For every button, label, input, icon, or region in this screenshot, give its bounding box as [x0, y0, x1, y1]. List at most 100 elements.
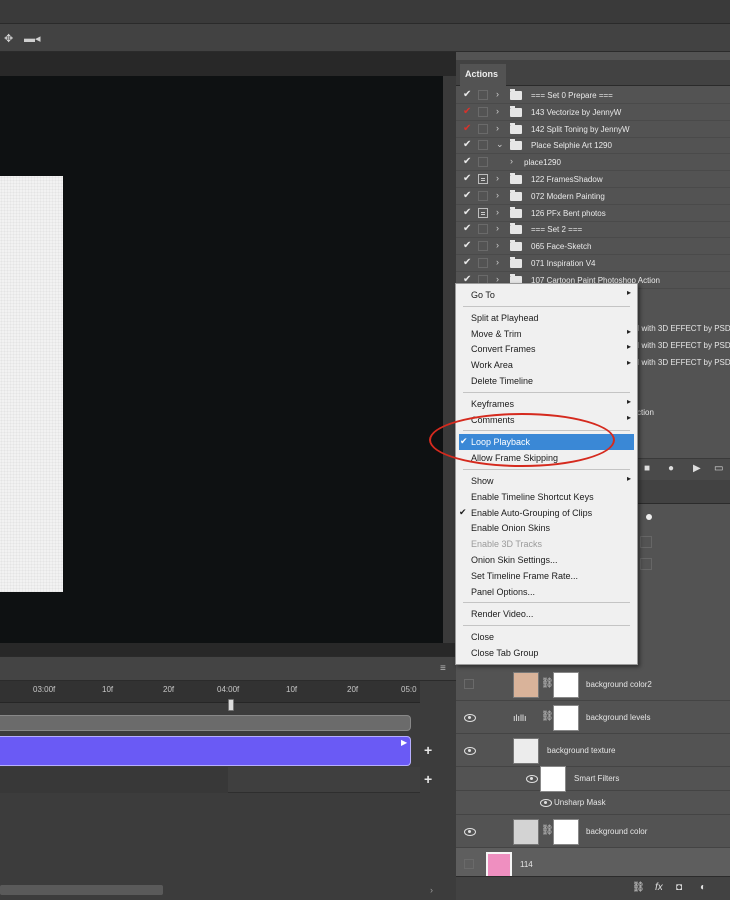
visibility-eye-icon[interactable]: [526, 775, 538, 783]
expand-caret-icon[interactable]: ›: [496, 106, 499, 116]
toggle-item-icon[interactable]: ✔: [463, 106, 471, 117]
dialog-toggle-icon[interactable]: [478, 207, 488, 218]
visibility-eye-icon[interactable]: [464, 827, 476, 836]
visibility-eye-icon[interactable]: [464, 746, 476, 755]
toggle-item-icon[interactable]: ✔: [463, 257, 471, 268]
mask-link-icon[interactable]: ⛓: [541, 711, 554, 722]
expand-caret-icon[interactable]: ›: [496, 89, 499, 99]
expand-caret-icon[interactable]: ›: [496, 173, 499, 183]
menu-item-go-to[interactable]: Go To ▸: [456, 287, 637, 303]
clip-end-icon[interactable]: ▶: [401, 738, 407, 747]
action-row[interactable]: ✔ › 072 Modern Painting: [456, 188, 730, 205]
action-row[interactable]: ✔ › 143 Vectorize by JennyW: [456, 104, 730, 121]
expand-caret-icon[interactable]: ›: [496, 240, 499, 250]
tab-actions[interactable]: Actions: [460, 64, 506, 86]
add-media-button[interactable]: +: [424, 742, 432, 758]
timeline-track-bar[interactable]: [0, 715, 411, 731]
dialog-toggle-box[interactable]: [478, 123, 488, 134]
visibility-eye-icon[interactable]: [540, 799, 552, 807]
layer-row[interactable]: Smart Filters: [456, 766, 730, 792]
expand-caret-icon[interactable]: ›: [496, 123, 499, 133]
expand-caret-icon[interactable]: ›: [496, 257, 499, 267]
dialog-toggle-icon[interactable]: [478, 174, 488, 184]
action-row[interactable]: ✔ › 126 PFx Bent photos: [456, 205, 730, 222]
timeline-ruler[interactable]: 03:00f 10f 20f 04:00f 10f 20f 05:0: [0, 681, 420, 703]
link-layers-icon[interactable]: ⛓: [632, 882, 645, 893]
menu-item-convert-frames[interactable]: Convert Frames ▸: [456, 341, 637, 357]
layer-mask-icon[interactable]: ◘: [676, 882, 682, 893]
expand-caret-icon[interactable]: ›: [496, 190, 499, 200]
timeline-panel-menu-icon[interactable]: ≡: [440, 663, 446, 674]
menu-item-enable-onion-skins[interactable]: Enable Onion Skins: [456, 520, 637, 536]
mask-link-icon[interactable]: ⛓: [541, 825, 554, 836]
record-icon[interactable]: ●: [668, 463, 674, 474]
menu-item-panel-options[interactable]: Panel Options...: [456, 584, 637, 600]
play-icon[interactable]: ▶: [693, 463, 701, 474]
visibility-toggle-box[interactable]: [464, 678, 474, 689]
expand-caret-icon[interactable]: ›: [510, 156, 513, 166]
action-row[interactable]: ✔ › 122 FramesShadow: [456, 171, 730, 188]
dialog-toggle-box[interactable]: [478, 241, 488, 252]
dialog-toggle-box[interactable]: [478, 157, 488, 168]
video-camera-icon[interactable]: ▬◂: [24, 32, 41, 45]
layer-mask-thumbnail[interactable]: [553, 704, 579, 731]
toggle-item-icon[interactable]: ✔: [463, 156, 471, 167]
action-row[interactable]: ✔ › 071 Inspiration V4: [456, 255, 730, 272]
dialog-toggle-box[interactable]: [478, 90, 488, 100]
expand-caret-icon[interactable]: ›: [496, 223, 499, 233]
toggle-item-icon[interactable]: ✔: [463, 240, 471, 251]
menu-item-enable-auto-grouping-of-clips[interactable]: ✔ Enable Auto-Grouping of Clips: [456, 505, 637, 521]
layer-row[interactable]: ⛓ background color2: [456, 668, 730, 701]
visibility-eye-icon[interactable]: [464, 713, 476, 722]
new-set-icon[interactable]: ▭: [714, 463, 723, 474]
video-clip-bar[interactable]: [0, 736, 411, 766]
dialog-toggle-box[interactable]: [478, 224, 488, 235]
playhead-handle[interactable]: [228, 699, 234, 711]
action-row[interactable]: ✔ › 065 Face-Sketch: [456, 238, 730, 256]
toggle-item-icon[interactable]: ✔: [463, 89, 471, 100]
menu-item-enable-timeline-shortcut-keys[interactable]: Enable Timeline Shortcut Keys: [456, 489, 637, 505]
menu-item-split-at-playhead[interactable]: Split at Playhead: [456, 310, 637, 326]
add-audio-button[interactable]: +: [424, 771, 432, 787]
expand-caret-icon[interactable]: ›: [496, 207, 499, 217]
toggle-item-icon[interactable]: ✔: [463, 173, 471, 184]
fx-icon[interactable]: fx: [655, 882, 663, 893]
toggle-item-icon[interactable]: ✔: [463, 223, 471, 234]
timeline-scrollbar[interactable]: [0, 885, 163, 895]
menu-item-close-tab-group[interactable]: Close Tab Group: [456, 645, 637, 661]
transform-icon[interactable]: ✥: [4, 32, 13, 45]
menu-item-work-area[interactable]: Work Area ▸: [456, 357, 637, 373]
menu-item-close[interactable]: Close: [456, 629, 637, 645]
dialog-toggle-box[interactable]: [478, 140, 488, 151]
layer-mask-thumbnail[interactable]: [553, 818, 579, 845]
layer-row[interactable]: Unsharp Mask: [456, 791, 730, 815]
menu-item-keyframes[interactable]: Keyframes ▸: [456, 396, 637, 412]
action-row[interactable]: ✔ ⌄ Place Selphie Art 1290: [456, 137, 730, 155]
action-row[interactable]: ✔ › place1290: [456, 154, 730, 172]
layer-mask-thumbnail[interactable]: [553, 671, 579, 698]
menu-item-onion-skin-settings[interactable]: Onion Skin Settings...: [456, 552, 637, 568]
scroll-right-icon[interactable]: ›: [430, 885, 433, 895]
menu-item-render-video[interactable]: Render Video...: [456, 606, 637, 622]
layer-row[interactable]: ılıllı ⛓ background levels: [456, 701, 730, 734]
mask-link-icon[interactable]: ⛓: [541, 678, 554, 689]
layer-mask-thumbnail[interactable]: [540, 766, 566, 792]
layer-row[interactable]: ⛓ background color: [456, 815, 730, 848]
toggle-item-icon[interactable]: ✔: [463, 123, 471, 134]
dialog-toggle-box[interactable]: [478, 190, 488, 201]
toggle-item-icon[interactable]: ✔: [463, 190, 471, 201]
action-row[interactable]: ✔ › 142 Split Toning by JennyW: [456, 121, 730, 138]
toggle-item-icon[interactable]: ✔: [463, 139, 471, 150]
expand-caret-icon[interactable]: ⌄: [496, 139, 504, 150]
action-row[interactable]: ✔ › === Set 2 ===: [456, 221, 730, 239]
menu-item-set-timeline-frame-rate[interactable]: Set Timeline Frame Rate...: [456, 568, 637, 584]
dialog-toggle-box[interactable]: [478, 106, 488, 117]
action-row[interactable]: ✔ › === Set 0 Prepare ===: [456, 87, 730, 104]
menu-item-delete-timeline[interactable]: Delete Timeline: [456, 373, 637, 389]
menu-item-move-trim[interactable]: Move & Trim ▸: [456, 326, 637, 342]
layer-lock-box[interactable]: [640, 558, 652, 570]
adjustment-layer-icon[interactable]: ◐: [700, 882, 706, 893]
stop-icon[interactable]: ■: [644, 463, 650, 474]
menu-item-show[interactable]: Show ▸: [456, 473, 637, 489]
dialog-toggle-box[interactable]: [478, 258, 488, 268]
